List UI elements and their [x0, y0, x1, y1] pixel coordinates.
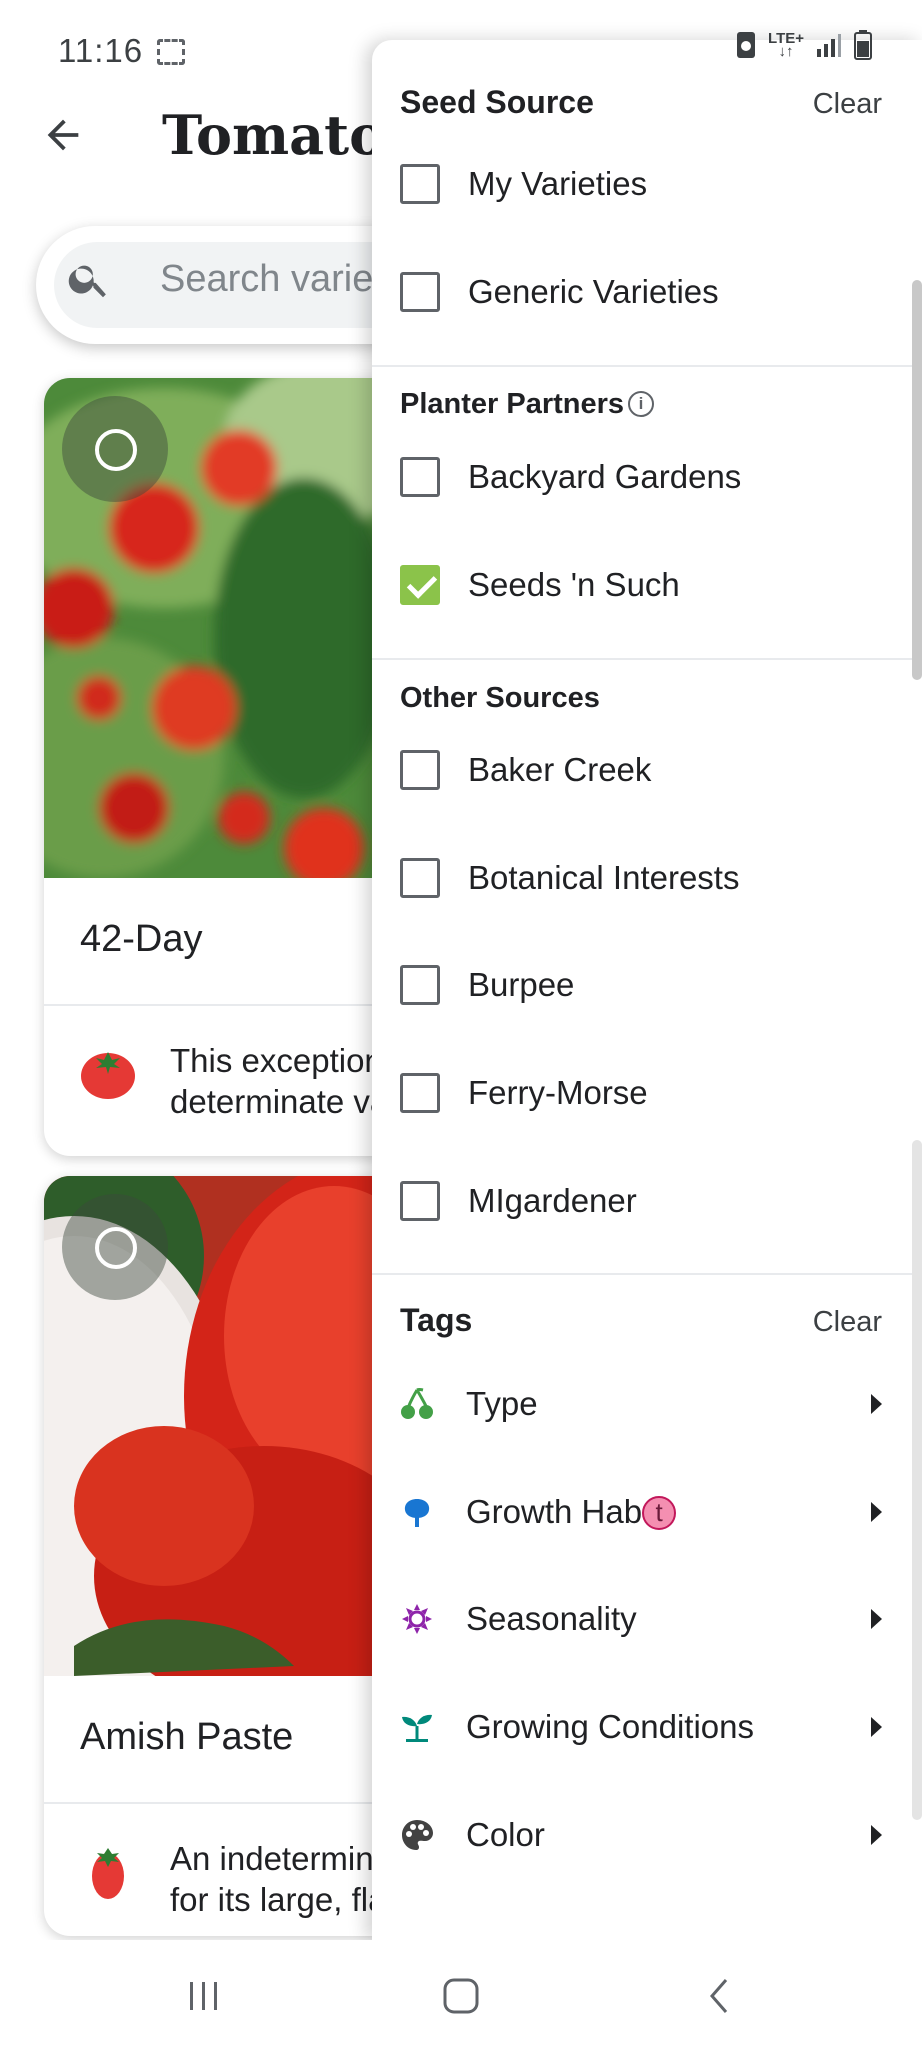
checkbox[interactable]: [400, 164, 440, 204]
tag-category-type[interactable]: Type: [400, 1374, 882, 1434]
status-icons: LTE+ ↓↑: [736, 30, 872, 60]
screen-expand-icon: [157, 39, 186, 65]
option-label: My Varieties: [468, 165, 648, 202]
sprout-icon: [400, 1710, 434, 1744]
system-navigation-bar: [0, 1940, 922, 2048]
paste-tomato-icon: [92, 1848, 124, 1899]
filter-option-burpee[interactable]: Burpee: [400, 955, 574, 1015]
checkbox[interactable]: [400, 750, 440, 790]
section-divider: [372, 365, 912, 367]
sun-icon: [400, 1602, 434, 1636]
tag-label: Color: [466, 1816, 545, 1853]
option-label: Ferry-Morse: [468, 1074, 648, 1111]
seed-source-heading: Seed Source: [400, 84, 594, 120]
home-icon: [443, 1978, 479, 2014]
search-icon: [68, 265, 106, 298]
touch-indicator: t: [642, 1496, 677, 1530]
option-label: MIgardener: [468, 1182, 637, 1219]
seed-source-clear-button[interactable]: Clear: [813, 88, 882, 121]
tree-icon: [400, 1495, 434, 1529]
back-button[interactable]: [690, 1966, 750, 2026]
palette-icon: [400, 1818, 434, 1852]
filter-option-baker-creek[interactable]: Baker Creek: [400, 740, 651, 800]
tag-category-seasonality[interactable]: Seasonality: [400, 1589, 882, 1649]
tag-category-growth-habit[interactable]: Growth Hab t: [400, 1482, 882, 1542]
select-card-toggle[interactable]: [62, 396, 168, 502]
variety-name: Amish Paste: [80, 1716, 294, 1758]
tag-category-color[interactable]: Color: [400, 1805, 882, 1865]
chevron-right-icon: [871, 1394, 882, 1414]
checkbox[interactable]: [400, 1073, 440, 1113]
filter-drawer: Seed Source Clear My Varieties Generic V…: [372, 40, 922, 1940]
tag-label: Seasonality: [466, 1600, 637, 1637]
checkbox[interactable]: [400, 858, 440, 898]
drawer-scroll-track: [912, 1140, 922, 1820]
section-divider: [372, 1273, 912, 1275]
recent-apps-icon: [190, 1982, 217, 2010]
tags-heading: Tags: [400, 1302, 473, 1338]
filter-option-backyard-gardens[interactable]: Backyard Gardens: [400, 447, 741, 507]
signal-icon: [817, 34, 841, 57]
storage-icon: [737, 32, 756, 58]
filter-option-generic-varieties[interactable]: Generic Varieties: [400, 262, 719, 322]
chevron-right-icon: [871, 1717, 882, 1737]
chevron-right-icon: [871, 1609, 882, 1629]
status-time: 11:16: [58, 32, 186, 70]
checkbox[interactable]: [400, 965, 440, 1005]
select-card-toggle[interactable]: [62, 1194, 168, 1300]
filter-option-migardener[interactable]: MIgardener: [400, 1171, 637, 1231]
option-label: Baker Creek: [468, 751, 652, 788]
chevron-right-icon: [871, 1825, 882, 1845]
checkbox[interactable]: [400, 457, 440, 497]
recent-apps-button[interactable]: [174, 1966, 234, 2026]
checkbox[interactable]: [400, 272, 440, 312]
option-label: Seeds 'n Such: [468, 566, 680, 603]
option-label: Burpee: [468, 966, 575, 1003]
drawer-scrollbar[interactable]: [912, 280, 922, 680]
option-label: Generic Varieties: [468, 273, 719, 310]
filter-option-seeds-n-such[interactable]: Seeds 'n Such: [400, 555, 680, 615]
planter-partners-heading: Planter Partners: [400, 388, 625, 420]
home-button[interactable]: [431, 1966, 491, 2026]
tomato-icon: [81, 1052, 135, 1099]
section-divider: [372, 658, 912, 660]
tag-category-growing-conditions[interactable]: Growing Conditions: [400, 1697, 882, 1757]
option-label: Botanical Interests: [468, 859, 740, 896]
battery-icon: [854, 30, 872, 60]
checkbox-checked[interactable]: [400, 565, 440, 605]
tags-clear-button[interactable]: Clear: [813, 1306, 882, 1339]
filter-option-ferry-morse[interactable]: Ferry-Morse: [400, 1063, 648, 1123]
cherry-icon: [400, 1387, 434, 1421]
back-chevron-icon: [710, 1979, 728, 2013]
network-type: LTE+ ↓↑: [768, 30, 804, 60]
info-icon[interactable]: i: [628, 391, 654, 417]
back-arrow-icon[interactable]: [40, 112, 86, 158]
option-label: Backyard Gardens: [468, 458, 742, 495]
tag-label: Growth Hab t: [466, 1493, 871, 1531]
chevron-right-icon: [871, 1502, 882, 1522]
tag-label: Growing Conditions: [466, 1708, 754, 1745]
other-sources-heading: Other Sources: [400, 682, 600, 714]
filter-option-botanical-interests[interactable]: Botanical Interests: [400, 848, 739, 908]
checkbox[interactable]: [400, 1181, 440, 1221]
tag-label: Type: [466, 1385, 538, 1422]
filter-option-my-varieties[interactable]: My Varieties: [400, 154, 647, 214]
variety-name: 42-Day: [80, 918, 203, 960]
